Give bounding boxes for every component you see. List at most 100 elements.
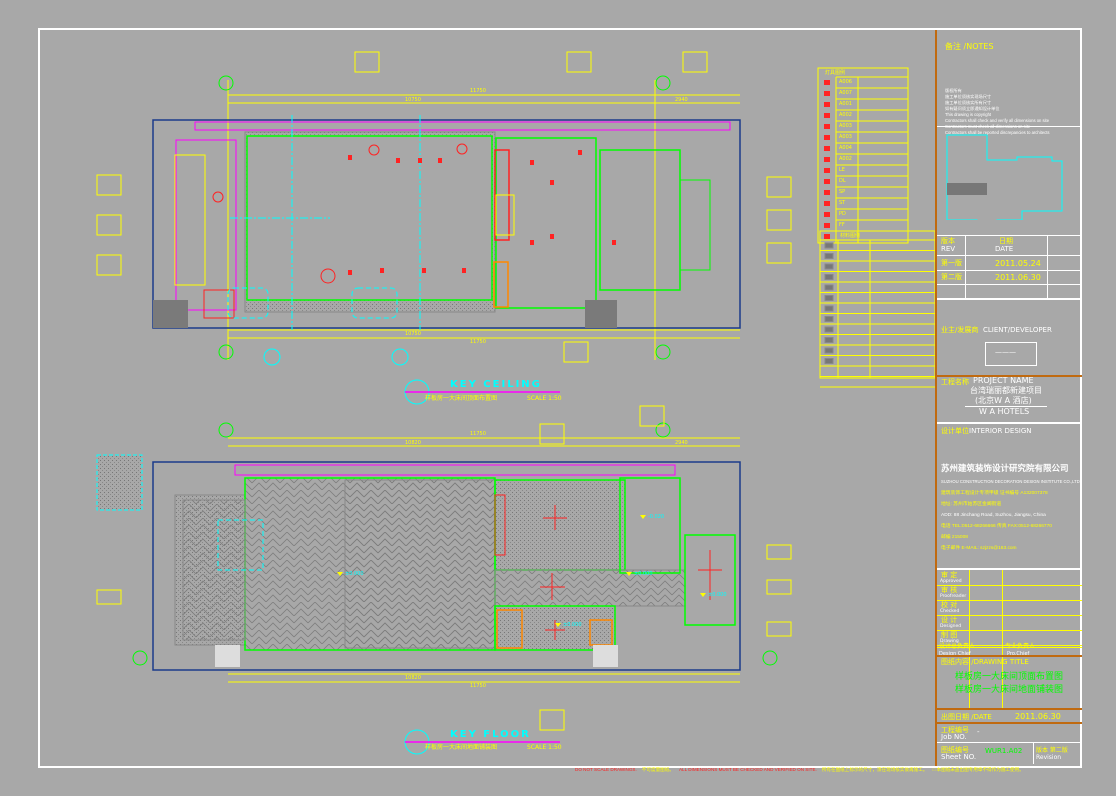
drawing-canvas: KEY CEILING 样板房一大床间顶面布置图 SCALE 1:50 1175…	[96, 51, 935, 755]
revision-1: 第一版	[941, 259, 962, 267]
company-line: 地址: 苏州市姑苏区金阊街道	[941, 502, 1002, 507]
note-no-scale-cn: 不可度量图纸。	[641, 767, 674, 772]
company-line: 电话 TEL:0512-68266666 传真 FAX:0512-6826677…	[941, 524, 1052, 529]
company-name: 苏州建筑装饰设计研究院有限公司	[941, 464, 1069, 474]
project-en: W A HOTELS	[979, 407, 1030, 416]
issue-date-label: 出图日期 /DATE	[941, 713, 992, 721]
project-name: 台湾瑞丽都新建项目	[970, 386, 1042, 395]
material-swatch-icon	[824, 284, 834, 291]
plan-subtitle-floor: 样板房一大床间地面铺装图	[425, 743, 497, 751]
project-sub: (北京W A 酒店)	[975, 396, 1032, 405]
dim-overall-bottom: 11750	[470, 339, 486, 345]
company-name-en: SUZHOU CONSTRUCTION DECORATION DESIGN IN…	[941, 479, 1080, 484]
legend-code: A006	[839, 79, 852, 85]
job-label-en: Job NO.	[941, 733, 967, 741]
legend-code: A001	[839, 101, 852, 107]
level-label: ±0.000	[345, 571, 364, 577]
fixture-symbol-icon	[824, 190, 830, 195]
plan-title-floor: KEY FLOOR	[450, 729, 531, 740]
company-line: 建筑装饰工程设计专项甲级 证书编号 A132007378	[941, 491, 1048, 496]
material-swatch-icon	[824, 305, 834, 312]
material-swatch-icon	[824, 295, 834, 301]
date-label-en: DATE	[995, 245, 1014, 253]
fixture-symbol-icon	[824, 201, 830, 206]
company-line: 电子邮件 E-MAIL: szjzzs@163.com	[941, 546, 1017, 551]
dim-side: 2940	[675, 97, 688, 103]
dim-main: 10820	[405, 440, 421, 446]
client-label: 业主/发展商	[941, 326, 979, 334]
plan-scale-ceiling: SCALE 1:50	[527, 395, 562, 402]
legend-code: A004	[839, 145, 852, 151]
dim-main-bottom: 10820	[405, 675, 421, 681]
fixture-symbol-icon	[824, 91, 830, 96]
level-label: ±0.000	[708, 592, 727, 598]
material-swatch-icon	[824, 326, 834, 333]
fixture-symbol-icon	[824, 168, 830, 173]
project-label: 工程名称	[941, 378, 969, 386]
note-verify: ALL DIMENSIONS MUST BE CHECKED AND VERIF…	[678, 767, 817, 772]
revision-2: 第二版	[941, 273, 962, 281]
plan-subtitle-ceiling: 样板房一大床间顶面布置图	[425, 394, 497, 402]
legend-code: A003	[839, 134, 852, 140]
axis-bubble	[655, 422, 671, 438]
fixture-symbol-icon	[824, 113, 830, 118]
note-no-scale: DO NOT SCALE DRAWINGS.	[575, 767, 637, 772]
legend-code: DL	[839, 178, 846, 184]
axis-bubble	[655, 75, 671, 91]
material-swatch-icon	[824, 358, 834, 364]
legend-code: SP	[839, 189, 846, 195]
plan-title-ceiling: KEY CEILING	[450, 379, 542, 390]
material-swatch-icon	[824, 316, 834, 322]
legend-code: A002	[839, 112, 852, 118]
legend-code: A002	[839, 156, 852, 162]
title-block: 备注 /NOTES 版权所有 施工单位须核实现场尺寸 施工单位须核实所有尺寸 如有疑问…	[935, 30, 1082, 766]
note-stamp: □ 本图纸未盖出图专用章不得作为施工使用。	[932, 767, 1024, 772]
floor-plan	[96, 405, 792, 755]
note-verify-cn: 所有在图纸上标示的尺寸，须在现场核实後再施工。	[821, 767, 928, 772]
revision-2-date: 2011.06.30	[995, 273, 1041, 282]
fixture-symbol-icon	[824, 179, 830, 184]
dim-overall-bottom: 11750	[470, 683, 486, 689]
material-swatch-icon	[824, 337, 834, 343]
fixture-symbol-icon	[824, 157, 830, 162]
fixture-symbol-icon	[824, 135, 830, 140]
footer-notes: DO NOT SCALE DRAWINGS. 不可度量图纸。 ALL DIMENSI…	[575, 767, 1075, 773]
fixture-symbol-icon	[824, 102, 830, 107]
level-label: ±0.000	[563, 622, 582, 628]
axis-bubble	[218, 344, 234, 360]
dim-main: 10750	[405, 97, 421, 103]
plan-scale-floor: SCALE 1:50	[527, 744, 562, 751]
material-swatch-icon	[824, 263, 834, 270]
company-line: ADD: 88 Jinchang Road, Suzhou, Jiangsu, …	[941, 513, 1046, 518]
fixture-symbol-icon	[824, 223, 830, 228]
dim-overall: 11750	[470, 88, 486, 94]
material-swatch-icon	[824, 347, 834, 354]
material-swatch-icon	[824, 253, 834, 259]
fixture-symbol-icon	[824, 80, 830, 85]
legend-code: LE	[839, 167, 845, 173]
sheet-value: WUR1.A02	[985, 747, 1023, 755]
legend-code: FF	[839, 222, 845, 228]
level-label: ±0.000	[634, 571, 653, 577]
material-swatch-icon	[824, 274, 834, 280]
notes-label: 备注 /NOTES	[945, 42, 994, 51]
legend-code: A003	[839, 123, 852, 129]
issue-date: 2011.06.30	[1015, 712, 1061, 721]
design-label: 设计单位	[941, 427, 969, 435]
legend-code: ST	[839, 200, 846, 206]
legend-code: PD	[839, 211, 846, 217]
legend-tables	[817, 67, 935, 379]
legend-header: 灯具图例	[825, 70, 846, 76]
drawing-title-2: 样板房一大床间地面铺装图	[955, 685, 1064, 695]
rev-label-en: REV	[941, 245, 956, 253]
level-label: -0.020	[648, 514, 664, 520]
company-details: 建筑装饰工程设计专项甲级 证书编号 A132007378 地址: 苏州市姑苏区金阊…	[941, 488, 1052, 554]
design-label-en: INTERIOR DESIGN	[969, 427, 1032, 435]
axis-bubble	[218, 422, 234, 438]
dim-side: 2940	[675, 440, 688, 446]
sheet-label-en: Sheet NO.	[941, 753, 977, 761]
axis-bubble	[762, 650, 778, 666]
job-value: -	[977, 728, 980, 736]
fixture-symbol-icon	[824, 234, 830, 239]
notes-list: 版权所有 施工单位须核实现场尺寸 施工单位须核实所有尺寸 如有疑问须立即通知设计单位 T…	[945, 88, 1050, 136]
